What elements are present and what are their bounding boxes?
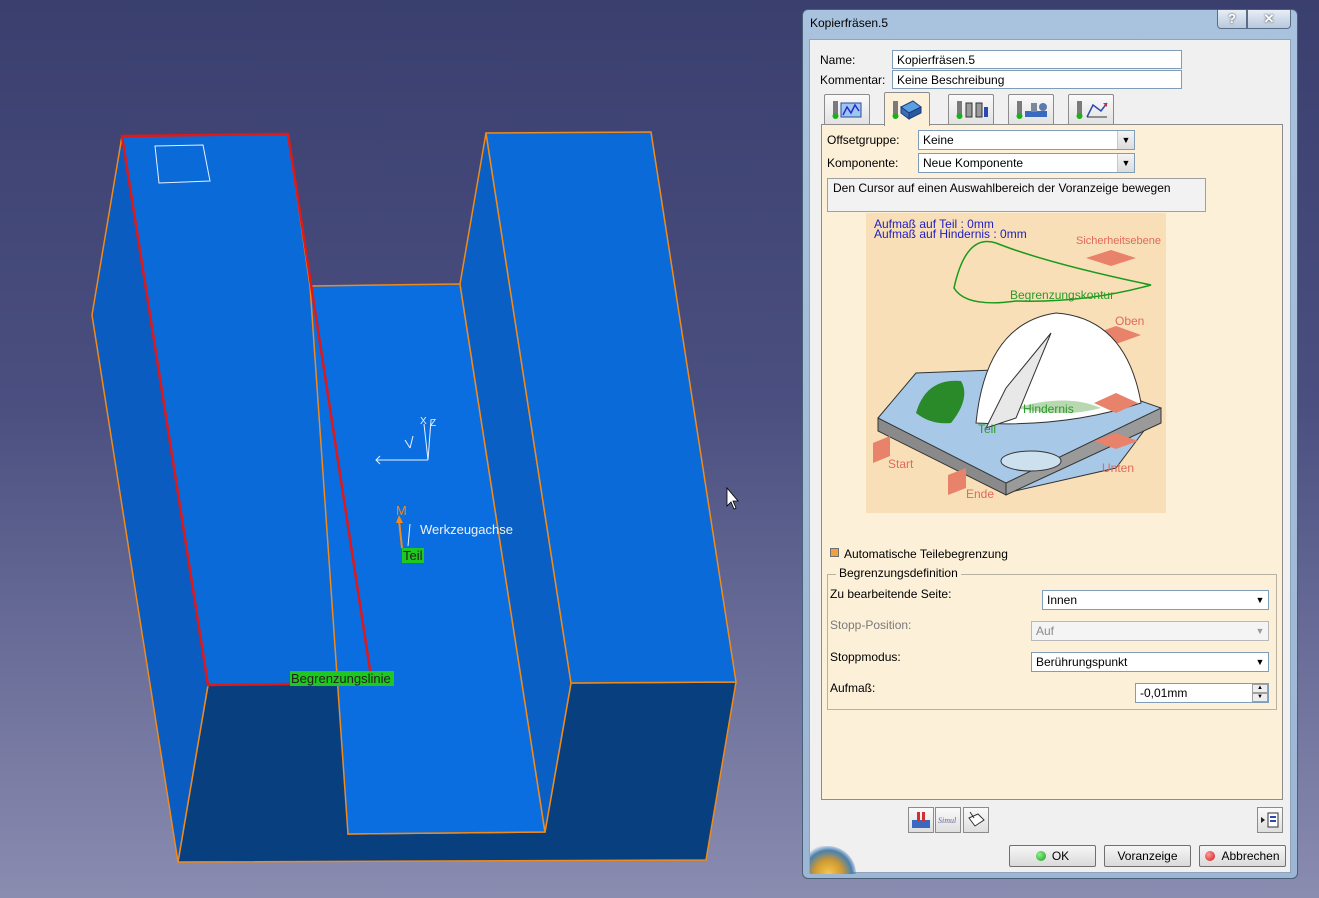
bottom-text[interactable]: Unten — [1102, 461, 1134, 475]
auto-limit-checkbox[interactable] — [830, 548, 839, 557]
stop-position-value: Auf — [1036, 624, 1055, 638]
geometry-tab-panel: Offsetgruppe: Keine ▼ Komponente: Neue K… — [821, 124, 1283, 800]
start-text[interactable]: Start — [888, 457, 913, 471]
part-text[interactable]: Teil — [978, 422, 996, 436]
tab-strategy[interactable] — [824, 94, 870, 124]
component-label: Komponente: — [827, 156, 899, 170]
auto-limit-label: Automatische Teilebegrenzung — [844, 547, 1008, 561]
stop-mode-label: Stoppmodus: — [830, 650, 901, 664]
side-to-machine-label: Zu bearbeitende Seite: — [830, 587, 952, 601]
cancel-button[interactable]: Abbrechen — [1199, 845, 1286, 867]
chevron-down-icon[interactable]: ▼ — [1117, 131, 1134, 149]
dialog-titlebar[interactable]: Kopierfräsen.5 ? ✕ — [803, 10, 1297, 36]
cancel-dot-icon — [1205, 851, 1216, 861]
top-text[interactable]: Oben — [1115, 314, 1144, 328]
comment-label: Kommentar: — [820, 73, 886, 87]
tab-feeds-speeds[interactable] — [1008, 94, 1054, 124]
geometry-tab-icon — [892, 100, 922, 120]
tool-tab-icon — [956, 101, 988, 119]
svg-text:Simul: Simul — [938, 816, 957, 825]
catia-logo-icon — [810, 846, 856, 874]
ok-button[interactable]: OK — [1009, 845, 1096, 867]
limit-definition-title: Begrenzungsdefinition — [836, 566, 961, 580]
boundary-line-tag[interactable]: Begrenzungslinie — [290, 671, 394, 686]
machining-report-button[interactable] — [1257, 807, 1283, 833]
stop-mode-select[interactable]: Berührungspunkt ▼ — [1031, 652, 1269, 672]
stop-mode-value: Berührungspunkt — [1036, 655, 1128, 669]
chevron-down-icon[interactable]: ▼ — [1252, 591, 1268, 609]
svg-text:X: X — [420, 416, 427, 427]
tab-tool[interactable] — [948, 94, 994, 124]
video-button[interactable] — [963, 807, 989, 833]
simulation-button[interactable]: Simul — [935, 807, 961, 833]
stock-on-obstacle-text[interactable]: Aufmaß auf Hindernis : 0mm — [874, 227, 1027, 241]
chevron-down-icon: ▼ — [1252, 622, 1268, 640]
boundary-contour-text[interactable]: Begrenzungskontur — [1010, 288, 1114, 302]
spin-down-icon[interactable]: ▼ — [1252, 693, 1268, 702]
offset-label: Aufmaß: — [830, 681, 876, 695]
tool-path-replay-button[interactable] — [908, 807, 934, 833]
ok-dot-icon — [1035, 851, 1046, 861]
tool-axis-label[interactable]: Werkzeugachse — [420, 522, 513, 537]
preview-button[interactable]: Voranzeige — [1104, 845, 1191, 867]
tab-macros[interactable] — [1068, 94, 1114, 124]
report-icon — [1261, 812, 1279, 828]
side-to-machine-value: Innen — [1047, 593, 1078, 607]
cancel-label: Abbrechen — [1221, 849, 1280, 863]
safety-plane-text[interactable]: Sicherheitsebene — [1076, 235, 1161, 247]
help-button[interactable]: ? — [1217, 10, 1247, 29]
close-button[interactable]: ✕ — [1247, 10, 1291, 29]
mouse-cursor-icon — [726, 486, 739, 510]
stop-position-label: Stopp-Position: — [830, 618, 912, 632]
stop-position-select: Auf ▼ — [1031, 621, 1269, 641]
svg-text:Z: Z — [430, 418, 436, 429]
offset-spinner[interactable]: -0,01mm ▲ ▼ — [1135, 683, 1269, 703]
offset-value: -0,01mm — [1140, 686, 1188, 700]
dialog-title: Kopierfräsen.5 — [810, 16, 889, 30]
name-field[interactable]: Kopierfräsen.5 — [892, 50, 1182, 69]
strategy-tab-icon — [832, 101, 862, 119]
chevron-down-icon[interactable]: ▼ — [1252, 653, 1268, 671]
part-tag[interactable]: Teil — [402, 548, 424, 563]
tab-geometry[interactable] — [884, 92, 930, 126]
side-to-machine-select[interactable]: Innen ▼ — [1042, 590, 1269, 610]
3d-viewport[interactable]: X Z M Werkzeugachse Teil Begrenzungslini… — [0, 0, 800, 898]
comment-field[interactable]: Keine Beschreibung — [892, 70, 1182, 89]
obstacle-text[interactable]: Hindernis — [1023, 402, 1074, 416]
axis-m-label: M — [396, 503, 407, 518]
component-value: Neue Komponente — [923, 156, 1024, 170]
offset-group-value: Keine — [923, 133, 954, 147]
end-text[interactable]: Ende — [966, 487, 994, 501]
component-select[interactable]: Neue Komponente ▼ — [918, 153, 1135, 173]
profile-contouring-dialog: Kopierfräsen.5 ? ✕ Name: Kopierfräsen.5 … — [802, 9, 1298, 879]
offset-group-select[interactable]: Keine ▼ — [918, 130, 1135, 150]
replay-icon — [912, 812, 930, 828]
hint-box: Den Cursor auf einen Auswahlbereich der … — [827, 178, 1206, 212]
feeds-speeds-tab-icon — [1016, 101, 1047, 119]
hand-video-icon — [968, 811, 985, 827]
chevron-down-icon[interactable]: ▼ — [1117, 154, 1134, 172]
ok-label: OK — [1051, 849, 1070, 863]
name-label: Name: — [820, 53, 856, 67]
limit-definition-group: Begrenzungsdefinition Zu bearbeitende Se… — [827, 566, 1277, 710]
offset-group-label: Offsetgruppe: — [827, 133, 900, 147]
dialog-client: Name: Kopierfräsen.5 Kommentar: Keine Be… — [809, 39, 1291, 874]
geometry-preview-picture[interactable]: Aufmaß auf Teil : 0mm Aufmaß auf Hindern… — [866, 213, 1166, 513]
macros-tab-icon — [1076, 101, 1108, 119]
spin-up-icon[interactable]: ▲ — [1252, 684, 1268, 693]
simulation-icon: Simul — [938, 816, 957, 825]
part-model[interactable]: X Z — [0, 0, 800, 898]
